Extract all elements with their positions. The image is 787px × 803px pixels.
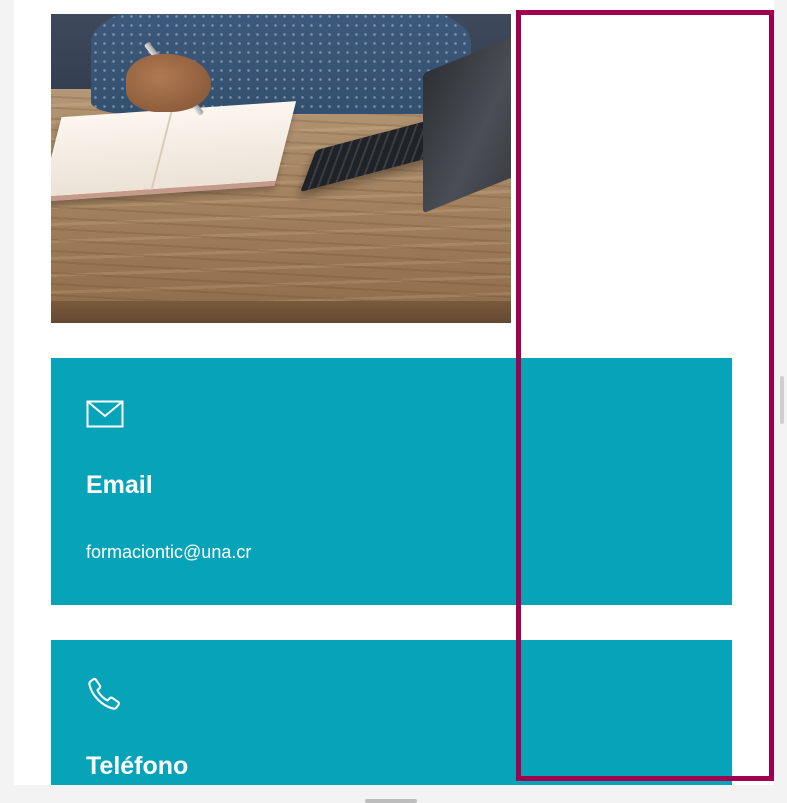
email-link[interactable]: formaciontic@una.cr [86, 541, 251, 563]
phone-title: Teléfono [86, 752, 189, 780]
email-card: Email formaciontic@una.cr [51, 358, 732, 605]
phone-icon [88, 677, 120, 710]
page-content: Email formaciontic@una.cr Teléfono [14, 0, 774, 785]
hero-photo [51, 14, 511, 323]
email-title: Email [86, 471, 153, 499]
bottom-scroll-indicator[interactable] [365, 799, 417, 803]
photo-table-edge [51, 301, 511, 323]
phone-card: Teléfono [51, 640, 732, 785]
photo-notebook [51, 101, 297, 202]
photo-hand [126, 54, 211, 112]
envelope-icon [86, 400, 124, 428]
scrollbar-handle[interactable] [780, 376, 784, 424]
